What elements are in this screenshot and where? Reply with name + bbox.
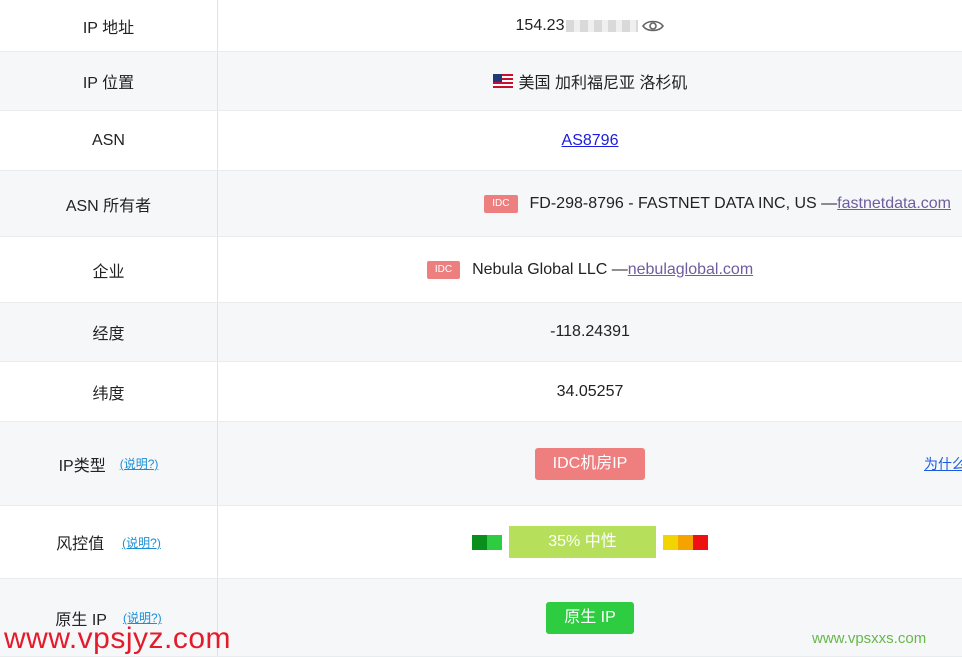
risk-segment-low-dark bbox=[472, 534, 487, 550]
label-ip-location: IP 位置 bbox=[0, 52, 218, 110]
company-domain-link[interactable]: nebulaglobal.com bbox=[628, 261, 753, 279]
row-company: 企业 IDC Nebula Global LLC — nebulaglobal.… bbox=[0, 237, 962, 303]
ip-info-table: IP 地址 154.23 IP 位置 美国 加利福尼亚 洛杉矶 ASN AS87… bbox=[0, 0, 962, 657]
asn-link[interactable]: AS8796 bbox=[562, 132, 619, 150]
label-latitude: 纬度 bbox=[0, 362, 218, 421]
ip-type-badge: IDC机房IP bbox=[534, 447, 646, 480]
label-company: 企业 bbox=[0, 237, 218, 302]
company-text: Nebula Global LLC — bbox=[472, 260, 628, 278]
idc-tag: IDC bbox=[426, 260, 461, 279]
native-ip-badge: 原生 IP bbox=[546, 601, 634, 634]
row-asn: ASN AS8796 bbox=[0, 111, 962, 171]
risk-badge: 35% 中性 bbox=[509, 526, 656, 558]
value-asn: AS8796 bbox=[218, 111, 962, 170]
risk-segment-high-red bbox=[693, 534, 708, 550]
value-ip-location: 美国 加利福尼亚 洛杉矶 bbox=[218, 52, 962, 110]
value-asn-owner: IDC FD-298-8796 - FASTNET DATA INC, US —… bbox=[218, 171, 962, 236]
value-longitude: -118.24391 bbox=[550, 323, 630, 340]
row-ip-address: IP 地址 154.23 bbox=[0, 0, 962, 52]
label-ip-type: IP类型 (说明?) bbox=[0, 422, 218, 505]
row-risk: 风控值 (说明?) 35% 中性 bbox=[0, 506, 962, 579]
watermark-left: www.vpsjyz.com bbox=[4, 622, 232, 655]
row-ip-type: IP类型 (说明?) IDC机房IP 为什么 bbox=[0, 422, 962, 506]
watermark-right: www.vpsxxs.com bbox=[812, 630, 927, 647]
value-ip-type: IDC机房IP bbox=[218, 422, 962, 505]
value-latitude: 34.05257 bbox=[556, 382, 624, 400]
label-asn-owner: ASN 所有者 bbox=[0, 171, 218, 236]
ip-type-label-text: IP类型 bbox=[58, 457, 106, 475]
risk-segment-low-light bbox=[487, 534, 502, 550]
risk-segment-high-orange bbox=[678, 534, 693, 550]
risk-label-text: 风控值 bbox=[56, 536, 105, 553]
location-text: 美国 加利福尼亚 洛杉矶 bbox=[518, 75, 688, 92]
label-longitude: 经度 bbox=[0, 303, 218, 361]
us-flag-icon bbox=[492, 74, 513, 88]
risk-segment-high-yellow bbox=[663, 534, 678, 550]
label-risk: 风控值 (说明?) bbox=[0, 506, 218, 578]
why-link[interactable]: 为什么 bbox=[924, 454, 962, 474]
ip-address-text: 154.23 bbox=[515, 16, 565, 34]
risk-meter: 35% 中性 bbox=[472, 526, 708, 558]
idc-tag: IDC bbox=[484, 194, 518, 213]
value-risk: 35% 中性 bbox=[218, 506, 962, 578]
eye-icon[interactable] bbox=[642, 19, 665, 33]
ip-mask bbox=[566, 19, 639, 32]
ip-type-help-link[interactable]: (说明?) bbox=[120, 455, 159, 472]
label-ip-address: IP 地址 bbox=[0, 0, 218, 51]
asn-owner-domain-link[interactable]: fastnetdata.com bbox=[837, 195, 951, 213]
label-asn: ASN bbox=[0, 111, 218, 170]
value-ip-address: 154.23 bbox=[218, 0, 962, 51]
row-latitude: 纬度 34.05257 bbox=[0, 362, 962, 422]
value-company: IDC Nebula Global LLC — nebulaglobal.com bbox=[218, 237, 962, 302]
row-asn-owner: ASN 所有者 IDC FD-298-8796 - FASTNET DATA I… bbox=[0, 171, 962, 237]
row-ip-location: IP 位置 美国 加利福尼亚 洛杉矶 bbox=[0, 52, 962, 111]
row-longitude: 经度 -118.24391 bbox=[0, 303, 962, 362]
asn-owner-text: FD-298-8796 - FASTNET DATA INC, US — bbox=[529, 194, 838, 212]
risk-help-link[interactable]: (说明?) bbox=[122, 534, 161, 551]
